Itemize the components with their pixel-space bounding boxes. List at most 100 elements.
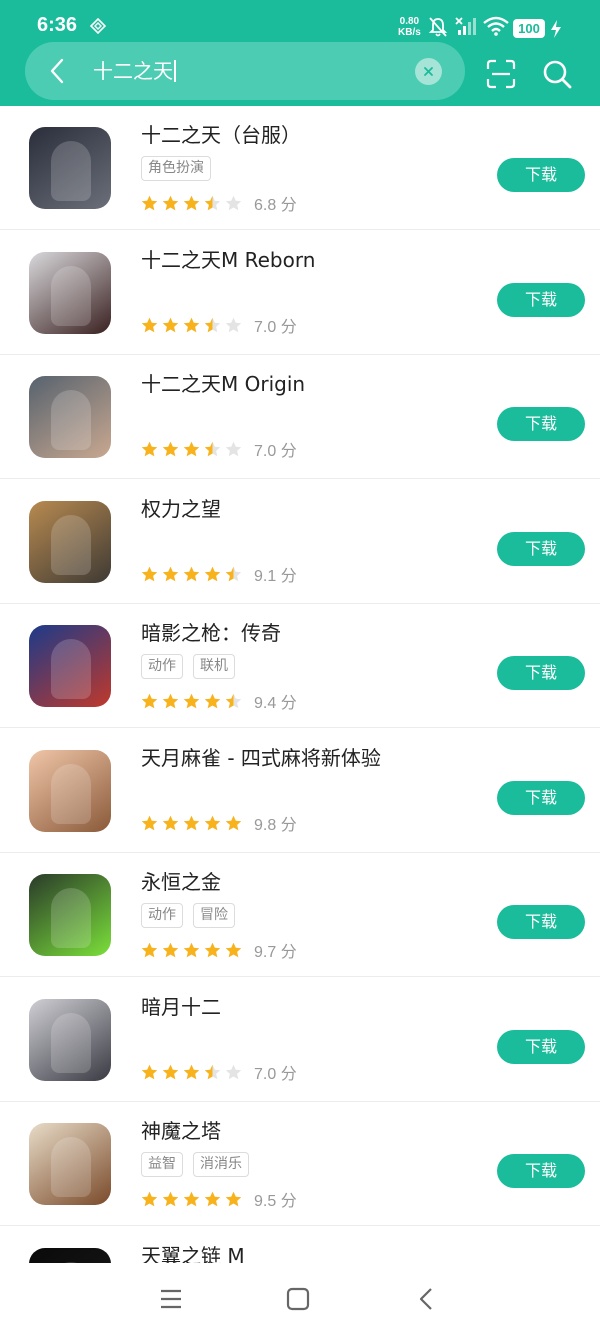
star-full-icon [162, 942, 179, 957]
app-name[interactable]: 神魔之塔 [141, 1118, 221, 1144]
app-icon-figure [51, 764, 91, 824]
back-nav-icon[interactable] [414, 1286, 440, 1312]
download-button[interactable]: 下载 [497, 158, 585, 192]
search-icon[interactable] [541, 58, 573, 90]
star-full-icon [162, 195, 179, 210]
app-name[interactable]: 十二之天（台服） [141, 122, 301, 148]
star-half-icon [204, 195, 221, 210]
app-icon[interactable] [29, 750, 111, 832]
star-full-icon [141, 1191, 158, 1206]
result-row[interactable]: 权力之望 9.1 分 下载 [0, 480, 600, 604]
star-full-icon [162, 1191, 179, 1206]
app-icon[interactable] [29, 625, 111, 707]
result-row[interactable]: 十二之天（台服） 角色扮演 6.8 分 下载 [0, 106, 600, 230]
download-button[interactable]: 下载 [497, 532, 585, 566]
star-full-icon [162, 317, 179, 332]
mute-icon [428, 17, 448, 37]
category-tag[interactable]: 益智 [141, 1152, 183, 1177]
clear-icon[interactable] [415, 58, 442, 85]
star-full-icon [162, 693, 179, 708]
app-name[interactable]: 暗影之枪：传奇 [141, 620, 281, 646]
download-button[interactable]: 下载 [497, 1030, 585, 1064]
app-icon[interactable] [29, 127, 111, 209]
download-button[interactable]: 下载 [497, 905, 585, 939]
category-tag[interactable]: 消消乐 [193, 1152, 249, 1177]
result-row[interactable]: 神魔之塔益智 消消乐 9.5 分 下载 [0, 1102, 600, 1226]
app-name[interactable]: 暗月十二 [141, 994, 221, 1020]
rating: 7.0 分 [141, 313, 297, 336]
rating-score: 7.0 分 [254, 1066, 297, 1083]
app-name[interactable]: 十二之天M Reborn [141, 247, 315, 273]
result-row[interactable]: 永恒之金动作 冒险 9.7 分 下载 [0, 853, 600, 977]
rating: 9.5 分 [141, 1187, 297, 1210]
battery-icon: 100 [513, 19, 545, 38]
app-icon-figure [51, 888, 91, 948]
result-row[interactable]: 天翼之链 M [0, 1227, 600, 1263]
star-full-icon [162, 815, 179, 830]
search-box[interactable] [25, 42, 465, 100]
star-full-icon [162, 1064, 179, 1079]
rating: 9.7 分 [141, 938, 297, 961]
category-tag[interactable]: 冒险 [193, 903, 235, 928]
tag-list: 动作 冒险 [141, 903, 245, 929]
app-icon[interactable] [29, 501, 111, 583]
scan-icon[interactable] [486, 59, 516, 89]
result-row[interactable]: 十二之天M Reborn 7.0 分 下载 [0, 231, 600, 355]
rating-score: 9.7 分 [254, 944, 297, 961]
star-full-icon [162, 566, 179, 581]
star-full-icon [204, 693, 221, 708]
app-name[interactable]: 十二之天M Origin [141, 371, 305, 397]
app-name[interactable]: 权力之望 [141, 496, 221, 522]
star-full-icon [183, 441, 200, 456]
app-icon[interactable] [29, 376, 111, 458]
result-row[interactable]: 天月麻雀 - 四式麻将新体验 9.8 分 下载 [0, 729, 600, 853]
result-row[interactable]: 十二之天M Origin 7.0 分 下载 [0, 355, 600, 479]
star-full-icon [204, 1191, 221, 1206]
star-full-icon [183, 1191, 200, 1206]
app-icon-figure [51, 1137, 91, 1197]
net-speed-value: 0.80 [399, 16, 420, 27]
category-tag[interactable]: 联机 [193, 654, 235, 679]
star-full-icon [183, 195, 200, 210]
download-button[interactable]: 下载 [497, 1154, 585, 1188]
star-full-icon [141, 942, 158, 957]
star-full-icon [141, 317, 158, 332]
rating: 9.8 分 [141, 811, 297, 834]
star-full-icon [162, 441, 179, 456]
tag-list: 动作 联机 [141, 654, 245, 680]
star-full-icon [225, 1191, 242, 1206]
download-button[interactable]: 下载 [497, 283, 585, 317]
star-half-icon [204, 441, 221, 456]
search-results-list[interactable]: 十二之天（台服） 角色扮演 6.8 分下载 十二之天M Reborn 7.0 分下载 十二… [0, 106, 600, 1263]
text-caret [174, 60, 176, 82]
app-name[interactable]: 天月麻雀 - 四式麻将新体验 [141, 745, 381, 771]
star-half-icon [204, 1064, 221, 1079]
rating-score: 7.0 分 [254, 319, 297, 336]
app-icon[interactable] [29, 1248, 111, 1263]
star-full-icon [141, 566, 158, 581]
star-full-icon [183, 566, 200, 581]
download-button[interactable]: 下载 [497, 407, 585, 441]
net-speed: 0.80 KB/s [398, 16, 421, 38]
download-button[interactable]: 下载 [497, 656, 585, 690]
home-icon[interactable] [285, 1286, 311, 1312]
result-row[interactable]: 暗影之枪：传奇 动作 联机 9.4 分 下载 [0, 604, 600, 728]
app-name[interactable]: 永恒之金 [141, 869, 221, 895]
app-icon[interactable] [29, 252, 111, 334]
download-button[interactable]: 下载 [497, 781, 585, 815]
menu-icon[interactable] [158, 1286, 184, 1312]
app-icon-figure [51, 515, 91, 575]
category-tag[interactable]: 动作 [141, 654, 183, 679]
back-icon[interactable] [44, 56, 70, 86]
app-icon[interactable] [29, 874, 111, 956]
category-tag[interactable]: 角色扮演 [141, 156, 211, 181]
app-name[interactable]: 天翼之链 M [141, 1243, 245, 1263]
star-full-icon [225, 942, 242, 957]
category-tag[interactable]: 动作 [141, 903, 183, 928]
app-icon[interactable] [29, 1123, 111, 1205]
result-row[interactable]: 暗月十二 7.0 分 下载 [0, 978, 600, 1102]
app-icon-figure [51, 390, 91, 450]
app-icon[interactable] [29, 999, 111, 1081]
search-input[interactable]: 十二之天 [93, 58, 176, 84]
star-full-icon [141, 1064, 158, 1079]
